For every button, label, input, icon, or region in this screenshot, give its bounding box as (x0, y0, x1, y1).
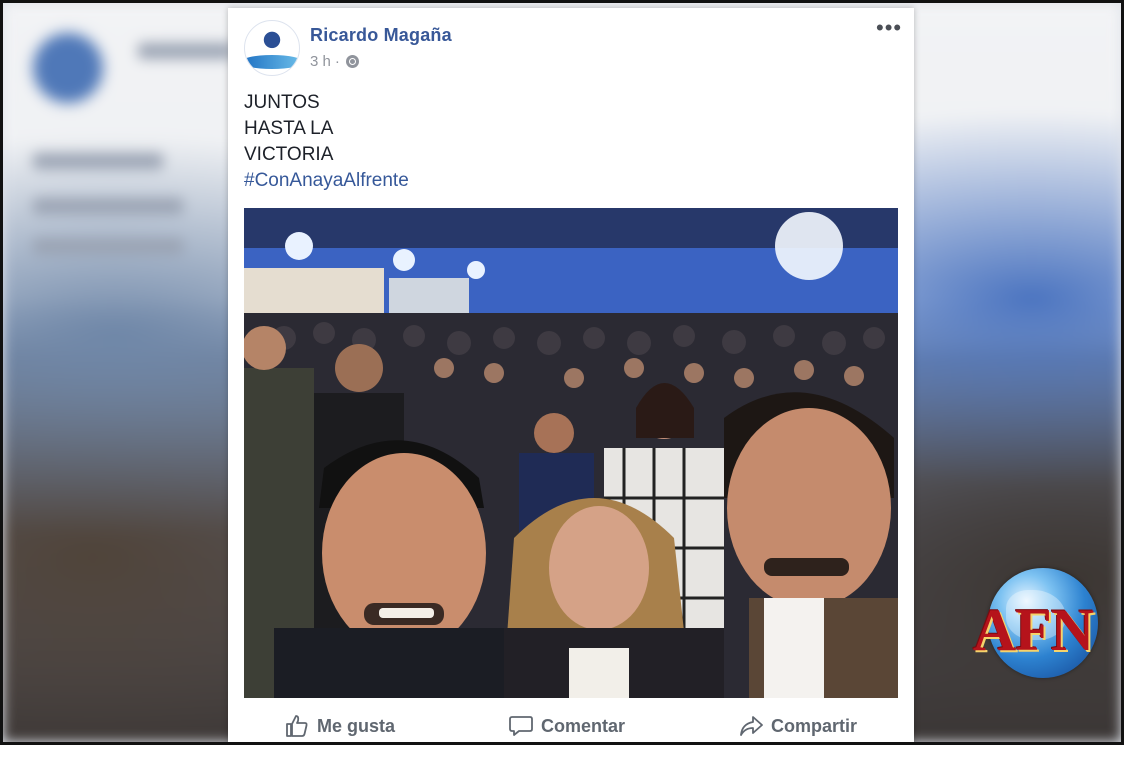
blurred-text (33, 198, 183, 214)
comment-icon (509, 716, 533, 736)
post-photo[interactable] (244, 208, 898, 698)
avatar-wave (245, 55, 299, 69)
author-name[interactable]: Ricardo Magaña (310, 25, 452, 46)
globe-icon[interactable] (345, 55, 359, 68)
blurred-text (33, 238, 183, 254)
more-dots-icon[interactable]: ••• (876, 17, 902, 42)
share-button[interactable]: Compartir (729, 711, 867, 741)
thumbs-up-icon (286, 715, 308, 737)
post-text-line: HASTA LA (244, 118, 334, 139)
blurred-text (138, 43, 233, 59)
selfie-photo (244, 208, 898, 698)
comment-button[interactable]: Comentar (499, 711, 635, 741)
post-actions: Me gusta Comentar Compartir (228, 706, 914, 742)
comment-label: Comentar (540, 715, 625, 736)
post-text-line: JUNTOS (244, 92, 320, 113)
like-label: Me gusta (316, 715, 395, 736)
hashtag-link[interactable]: #ConAnayaAlfrente (244, 168, 409, 194)
post-time[interactable]: 3 h (310, 53, 331, 70)
afn-watermark-logo: AFN (958, 568, 1108, 686)
share-icon (740, 716, 763, 736)
post-text-line: VICTORIA (244, 144, 334, 165)
afn-logo-text: AFN (972, 597, 1094, 663)
blurred-avatar (33, 33, 103, 103)
like-button[interactable]: Me gusta (275, 711, 405, 741)
post-text: JUNTOS HASTA LA VICTORIA #ConAnayaAlfren… (244, 90, 409, 194)
post-meta: 3 h · (310, 53, 359, 70)
screenshot-frame: Ricardo Magaña 3 h · ••• JUNTOS HASTA LA… (0, 0, 1124, 745)
author-avatar[interactable] (244, 20, 300, 76)
facebook-post: Ricardo Magaña 3 h · ••• JUNTOS HASTA LA… (228, 8, 914, 742)
blurred-text (33, 153, 163, 169)
share-label: Compartir (770, 715, 857, 736)
meta-separator: · (334, 53, 340, 70)
